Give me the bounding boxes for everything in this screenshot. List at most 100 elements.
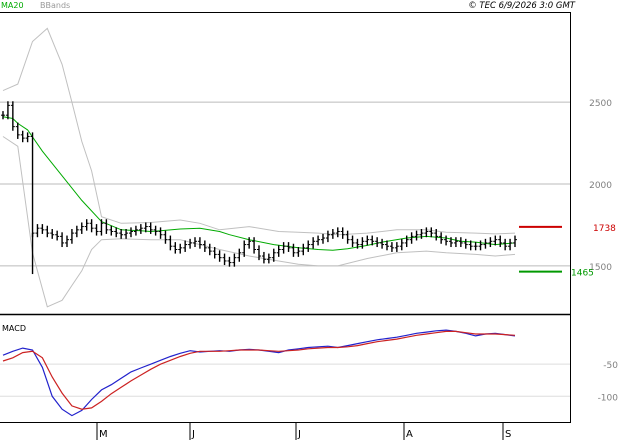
price-bar	[222, 253, 227, 266]
price-bar	[513, 235, 517, 248]
price-bar	[252, 237, 257, 254]
price-bar	[60, 232, 65, 248]
price-bar	[178, 243, 183, 254]
price-bar	[1, 111, 5, 120]
price-bar	[40, 224, 45, 234]
price-bar	[109, 225, 114, 236]
price-bar	[444, 235, 449, 246]
price-bar	[197, 237, 202, 249]
legend-ma20: MA20	[1, 1, 24, 10]
x-axis-tick-label: A	[406, 429, 413, 440]
price-bar	[188, 238, 193, 249]
price-bar	[104, 219, 109, 234]
price-bar	[463, 238, 468, 249]
price-bar	[389, 242, 394, 252]
price-bar	[345, 230, 350, 244]
price-bar	[89, 219, 94, 233]
price-bar	[296, 247, 301, 257]
price-bar	[30, 132, 35, 238]
price-bar	[508, 238, 513, 251]
price-bar	[429, 227, 434, 238]
stock-chart: MA20 BBands © TEC 6/9/2026 3:0 GMT MACD …	[0, 1, 619, 440]
price-bar	[311, 237, 316, 249]
price-bar	[173, 242, 178, 254]
price-bar	[74, 225, 79, 238]
price-bar	[335, 227, 340, 238]
price-bar	[217, 250, 222, 262]
price-bar	[503, 238, 508, 251]
price-bar	[316, 235, 321, 246]
price-bar	[404, 235, 409, 248]
price-bar	[375, 237, 380, 248]
price-bar	[340, 227, 345, 239]
macd-title: MACD	[2, 324, 26, 333]
bband-lower-line	[2, 136, 516, 308]
price-bar	[281, 242, 286, 254]
macd-line	[2, 329, 516, 417]
price-bar	[10, 101, 15, 131]
x-axis-tick-label: J	[191, 429, 195, 440]
x-axis-tick-label: M	[99, 429, 108, 440]
copyright-text: © TEC 6/9/2026 3:0 GMT	[468, 1, 576, 11]
price-bar	[35, 224, 40, 238]
price-bar	[414, 230, 419, 241]
price-bar	[453, 237, 458, 248]
price-bar	[25, 132, 30, 143]
price-bar	[183, 240, 188, 252]
price-bar	[261, 251, 266, 264]
price-bar	[301, 243, 306, 256]
x-axis-tick-label: J	[297, 429, 301, 440]
price-bar	[473, 242, 478, 251]
resistance-level-label: 1738	[593, 224, 616, 234]
price-bar	[276, 245, 281, 257]
price-bar	[458, 237, 463, 248]
macd-y-tick-label: -50	[603, 361, 618, 371]
price-bar	[207, 243, 212, 256]
price-bar	[163, 230, 168, 244]
x-axis-tick-label: S	[505, 429, 511, 440]
price-bar	[138, 224, 143, 234]
legend-bbands: BBands	[40, 1, 70, 10]
price-bar	[424, 227, 429, 238]
price-bar	[291, 243, 296, 257]
price-bar	[94, 224, 99, 236]
price-bar	[69, 229, 74, 244]
price-bar	[65, 235, 69, 248]
price-bar	[380, 238, 385, 249]
price-bar	[55, 230, 60, 241]
price-bar	[321, 233, 325, 244]
price-bar	[119, 229, 124, 239]
price-bar	[394, 242, 399, 252]
price-bar	[493, 235, 498, 246]
price-bar	[237, 248, 242, 262]
price-bar	[478, 240, 483, 251]
price-bar	[129, 227, 133, 238]
price-bar	[5, 101, 10, 120]
price-bar	[148, 222, 153, 234]
price-bar	[498, 235, 503, 248]
price-bar	[350, 235, 355, 248]
signal-line	[2, 330, 516, 410]
price-bar	[306, 240, 311, 252]
price-bar	[365, 235, 370, 246]
macd-y-tick-label: -100	[598, 393, 619, 403]
price-bar	[84, 219, 89, 231]
bband-upper-line	[2, 27, 516, 236]
support-level-label: 1465	[571, 269, 594, 279]
price-bar	[227, 256, 232, 267]
price-bar	[266, 253, 271, 264]
price-bar	[20, 130, 25, 143]
price-bar	[325, 230, 330, 243]
price-bar	[399, 238, 404, 251]
price-bar	[168, 235, 173, 251]
price-bar	[45, 225, 50, 238]
price-y-tick-label: 2500	[589, 99, 612, 109]
price-y-tick-label: 2000	[589, 181, 612, 191]
price-bar	[15, 122, 20, 139]
price-bar	[158, 227, 163, 239]
price-bar	[193, 237, 197, 248]
price-bar	[50, 229, 55, 239]
price-bar	[79, 222, 84, 234]
price-bar	[232, 253, 237, 267]
price-bar	[488, 237, 493, 248]
